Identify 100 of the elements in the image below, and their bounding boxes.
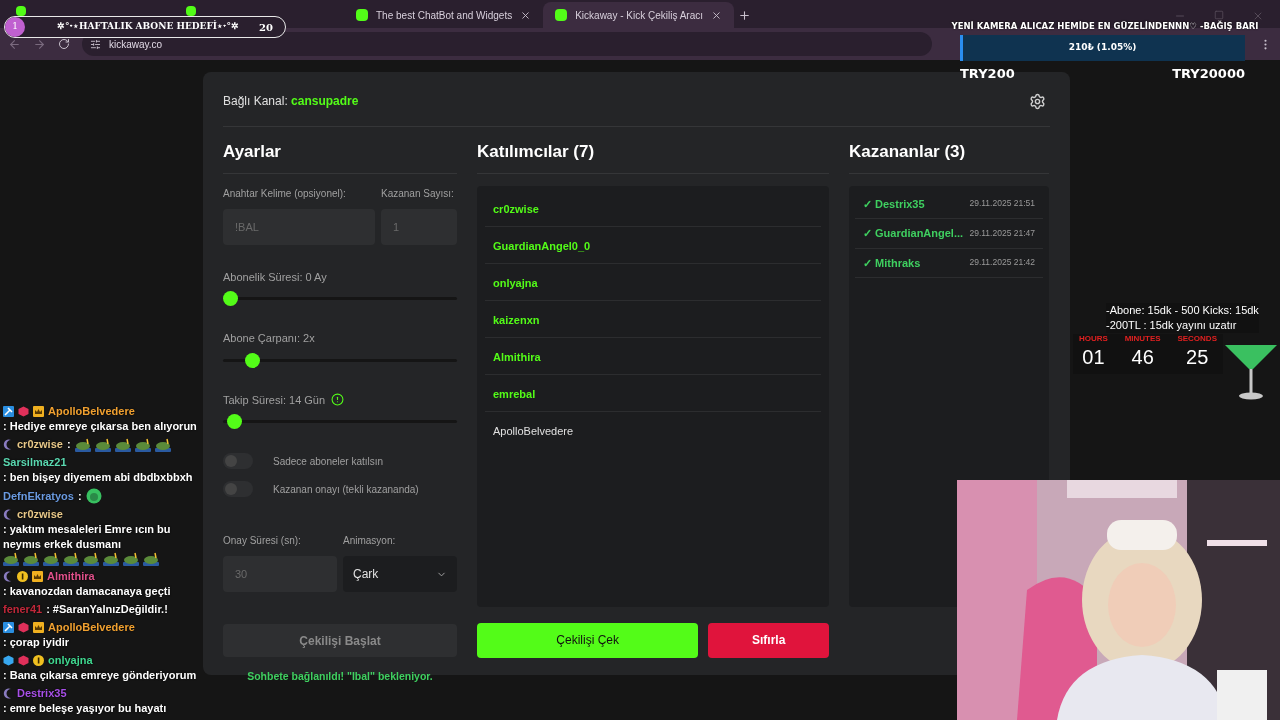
field-label: Animasyon: xyxy=(343,534,397,548)
cocktail-glass-icon xyxy=(1223,343,1279,401)
chat-message-text: : yaktım mesaleleri Emre ıcın bu neymıs erkek dusmanı xyxy=(3,522,172,552)
participant-name[interactable]: onlyajna xyxy=(493,276,538,289)
winner-name: ✓ Mithraks xyxy=(863,255,921,271)
field-label: Anahtar Kelime (opsiyonel): xyxy=(223,186,347,201)
timer-value: 46 xyxy=(1131,345,1154,370)
winner-time: 29.11.2025 21:47 xyxy=(969,226,1035,240)
chat-username: Destrix35 xyxy=(17,686,67,701)
chat-message-text: : Hediye emreye çıkarsa ben alıyorun xyxy=(3,419,197,434)
slider-label: Abone Çarpanı: 2x xyxy=(223,331,315,346)
tab-favicon-icon[interactable] xyxy=(16,6,26,16)
gem-badge-icon xyxy=(18,622,29,633)
hammer-badge-icon xyxy=(3,406,14,417)
slider-track[interactable] xyxy=(223,414,457,429)
face-emote-icon xyxy=(85,488,102,504)
keyword-field[interactable]: !BAL xyxy=(223,208,375,245)
close-icon[interactable] xyxy=(520,9,532,21)
chat-message-text: : xyxy=(77,488,82,504)
chat-username: Almithira xyxy=(47,569,95,584)
frog-emote-icon xyxy=(103,552,119,566)
participant-name[interactable]: GuardianAngel0_0 xyxy=(493,239,591,252)
tab-favicon-icon[interactable] xyxy=(186,6,196,16)
url-text: kickaway.co xyxy=(109,37,163,52)
toggle-switch[interactable] xyxy=(223,453,253,469)
browser-tab[interactable]: The best ChatBot and Widgets xyxy=(344,2,544,28)
field-label: Kazanan Sayısı: xyxy=(381,186,455,201)
participant-name[interactable]: cr0zwise xyxy=(493,202,539,215)
frog-emote-icon xyxy=(43,552,59,566)
number-badge-icon xyxy=(17,571,28,582)
chat-message-text: : #SaranYalnızDeğildir.! xyxy=(46,602,168,617)
chat-username: cr0zwise xyxy=(17,437,63,452)
close-icon[interactable] xyxy=(711,9,722,21)
field-label: Onay Süresi (sn): xyxy=(223,534,302,548)
toggle-label: Kazanan onayı (tekli kazananda) xyxy=(273,482,419,497)
slider-track[interactable] xyxy=(223,352,457,368)
reset-button[interactable]: Sıfırla xyxy=(708,622,829,658)
participant-name[interactable]: emrebal xyxy=(493,387,536,400)
section-title: Kazananlar (3) xyxy=(849,139,1049,174)
back-icon[interactable] xyxy=(8,37,21,51)
site-settings-icon[interactable] xyxy=(90,38,101,50)
new-tab-icon[interactable] xyxy=(738,9,751,22)
chat-message-text: : ben bişey diyemem abi dbdbxbbxh xyxy=(3,470,193,485)
frog-emote-icon xyxy=(114,437,131,452)
slider-thumb[interactable] xyxy=(244,352,260,368)
winner-name: ✓ GuardianAngel... xyxy=(863,226,964,241)
animation-dropdown[interactable]: Çark xyxy=(343,556,457,592)
frog-emote-icon xyxy=(23,552,39,566)
browser-tab[interactable]: Kickaway - Kick Çekiliş Aracı xyxy=(543,2,734,28)
donation-title: YENİ KAMERA ALICAZ HEMİDE EN GÜZELİNDENNN♡ -BAĞIŞ BARI xyxy=(950,20,1260,33)
settings-icon[interactable] xyxy=(1029,92,1046,110)
timer-note: -200TL : 15dk yayını uzatır xyxy=(1106,318,1238,333)
tab-favicon-icon xyxy=(356,9,368,21)
chat-username: ApolloBelvedere xyxy=(48,620,135,635)
toggle-switch[interactable] xyxy=(223,481,253,497)
winner-time: 29.11.2025 21:42 xyxy=(969,256,1035,270)
chat-message-text: : çorap iyidir xyxy=(3,635,70,650)
draw-button[interactable]: Çekilişi Çek xyxy=(477,622,699,658)
toggle-label: Sadece aboneler katılsın xyxy=(273,454,384,469)
timer-unit-label: MINUTES xyxy=(1124,334,1161,344)
slider-thumb[interactable] xyxy=(223,291,238,306)
frog-emote-icon xyxy=(3,552,19,566)
chat-username: ApolloBelvedere xyxy=(48,404,135,419)
hammer-badge-icon xyxy=(3,622,14,633)
chat-message-text: : Bana çıkarsa emreye gönderiyorum xyxy=(3,668,197,683)
chat-username: Sarsilmaz21 xyxy=(3,455,67,470)
participant-name[interactable]: kaizenxn xyxy=(493,313,540,326)
address-bar[interactable]: kickaway.co xyxy=(82,32,932,56)
frog-emote-icon xyxy=(83,552,99,566)
participant-name[interactable]: Almithira xyxy=(493,350,541,363)
crown-badge-icon xyxy=(32,571,43,582)
chat-username: DefnEkratyos xyxy=(3,488,74,504)
confirm-time-field[interactable]: 30 xyxy=(223,556,337,592)
frog-emote-icon xyxy=(74,437,91,452)
subgoal-badge: 1 xyxy=(5,17,25,37)
donation-reading: 210₺ (1.05%) xyxy=(1068,41,1137,54)
forward-icon[interactable] xyxy=(33,37,46,51)
chat-username: fener41 xyxy=(3,602,43,617)
tab-title: The best ChatBot and Widgets xyxy=(376,8,513,23)
slider-track[interactable] xyxy=(223,291,457,306)
participant-name[interactable]: ApolloBelvedere xyxy=(493,424,574,437)
channel-label: Bağlı Kanal: cansupadre xyxy=(223,93,359,110)
subgoal-count: 20 xyxy=(259,20,273,35)
chat-message-text: : kavanozdan damacanaya geçti xyxy=(3,584,171,599)
donation-max: TRY20000 xyxy=(1172,64,1245,83)
chat-username: onlyajna xyxy=(48,653,93,668)
frog-emote-icon xyxy=(123,552,139,566)
donation-min: TRY200 xyxy=(960,64,1015,83)
winner-time: 29.11.2025 21:51 xyxy=(969,197,1035,211)
frog-emote-icon xyxy=(94,437,111,452)
chat-message-text: : emre beleşe yaşıyor bu hayatı xyxy=(3,701,167,716)
gem-badge-icon xyxy=(18,406,29,417)
winner-name: ✓ Destrix35 xyxy=(863,196,925,212)
reload-icon[interactable] xyxy=(58,38,70,50)
timer-note: -Abone: 15dk - 500 Kicks: 15dk xyxy=(1106,303,1259,318)
gem-badge-icon xyxy=(18,655,29,666)
slider-thumb[interactable] xyxy=(227,414,243,429)
timer-unit-label: HOURS xyxy=(1079,334,1108,344)
crown-badge-icon xyxy=(33,622,44,633)
slider-label: Abonelik Süresi: 0 Ay xyxy=(223,269,327,285)
